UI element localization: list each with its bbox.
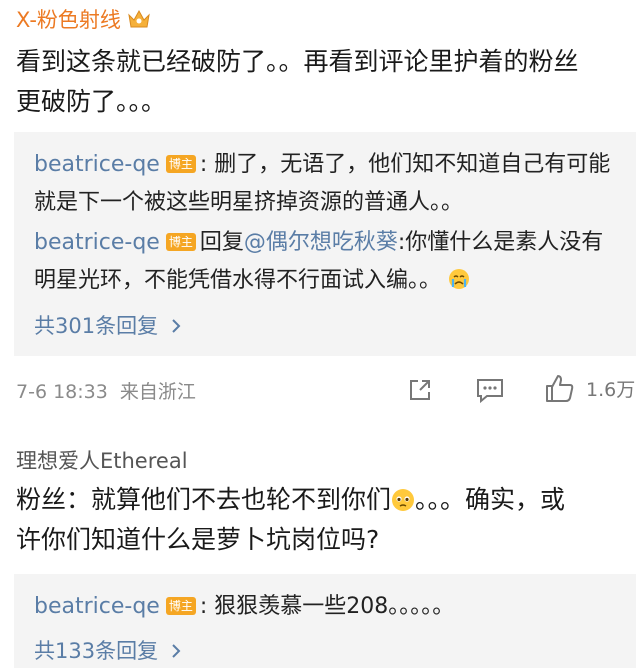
comment-username[interactable]: 理想爱人Ethereal xyxy=(16,445,188,475)
comment-text: 粉丝：就算他们不去也轮不到你们 。。。确实，或 许你们知道什么是萝卜坑岗位吗? xyxy=(16,485,566,554)
author-badge: 博主 xyxy=(165,233,196,251)
like-icon[interactable] xyxy=(544,372,576,404)
comment-text: 看到这条就已经破防了。。再看到评论里护着的粉丝 更破防了。。。 xyxy=(16,47,579,116)
reply-list: beatrice-qe 博主: 狠狠羡慕一些208。。。。。 共133条回复 xyxy=(14,574,636,668)
chevron-right-icon xyxy=(172,644,181,658)
view-more-replies[interactable]: 共301条回复 xyxy=(34,310,183,340)
share-icon[interactable] xyxy=(406,376,434,404)
comment-time: 7-6 18:33 xyxy=(16,381,108,403)
like-button[interactable]: 1.6万 xyxy=(544,372,635,404)
mention-link[interactable]: @偶尔想吃秋葵 xyxy=(244,230,398,255)
reply-author[interactable]: beatrice-qe xyxy=(34,230,160,255)
like-count: 1.6万 xyxy=(586,378,636,401)
reply-author[interactable]: beatrice-qe xyxy=(34,152,160,177)
reply-list: beatrice-qe 博主: 删了，无语了，他们知不知道自己有可能 就是下一个被… xyxy=(14,132,636,356)
username-text[interactable]: X-粉色射线 xyxy=(16,4,121,34)
chevron-right-icon xyxy=(172,319,181,333)
reply-author[interactable]: beatrice-qe xyxy=(34,594,160,619)
reply-item[interactable]: beatrice-qe 博主: 删了，无语了，他们知不知道自己有可能 就是下一个被… xyxy=(34,146,634,222)
author-badge: 博主 xyxy=(165,155,196,173)
comment-meta: 7-6 18:33 来自浙江 xyxy=(16,377,196,404)
comment-location: 来自浙江 xyxy=(119,381,196,403)
comment-icon[interactable] xyxy=(475,376,505,404)
reply-item[interactable]: beatrice-qe 博主: 狠狠羡慕一些208。。。。。 xyxy=(34,588,634,626)
author-badge: 博主 xyxy=(165,597,196,615)
crown-icon xyxy=(128,9,150,28)
crying-emoji-icon xyxy=(449,269,470,289)
comment-username[interactable]: X-粉色射线 xyxy=(16,4,151,34)
reply-item[interactable]: beatrice-qe 博主 回复@偶尔想吃秋葵:你懂什么是素人没有 明星光环，不能… xyxy=(34,224,634,300)
view-more-replies[interactable]: 共133条回复 xyxy=(34,635,183,665)
pleading-emoji-icon xyxy=(392,489,415,511)
